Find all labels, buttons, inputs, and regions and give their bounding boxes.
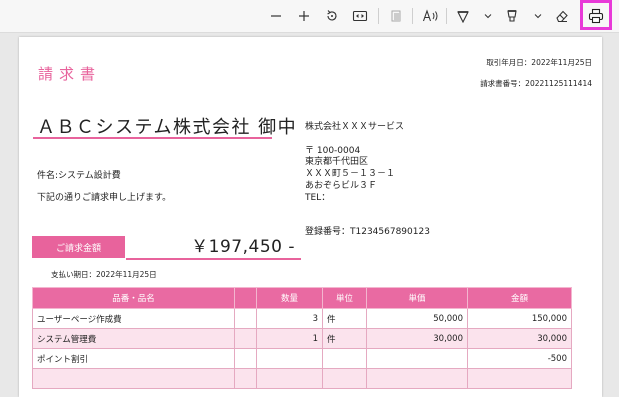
table-row [32, 368, 572, 389]
cell-unit: 件 [322, 308, 367, 329]
cell-amount: 30,000 [467, 328, 572, 349]
invoice-number: 請求書番号：20221125111414 [480, 79, 592, 88]
draw-icon[interactable] [453, 5, 473, 27]
amount-value: ￥197,450 - [191, 237, 295, 257]
column-header-item: 品番・品名 [32, 287, 235, 309]
toolbar-divider [412, 8, 413, 24]
cell-unit-price [366, 368, 468, 389]
document-title: 請求書 [38, 65, 102, 83]
cell-amount: 150,000 [467, 308, 572, 329]
cell-unit-price [366, 348, 468, 369]
column-header-unit: 単位 [322, 287, 367, 309]
cell-item-name: ポイント割引 [32, 348, 235, 369]
due-date: 支払い期日：2022年11月25日 [51, 270, 157, 279]
issuer-tel: TEL： [305, 193, 331, 203]
customer-name: ＡＢＣシステム株式会社 御中 [37, 117, 298, 138]
fit-page-icon[interactable] [350, 5, 370, 27]
cell-quantity [256, 368, 323, 389]
cell-quantity: 1 [256, 328, 323, 349]
amount-box: ￥197,450 - [126, 232, 301, 260]
issuer-registration: 登録番号：T1234567890123 [305, 227, 430, 237]
cell-unit [322, 348, 367, 369]
cell-amount [467, 368, 572, 389]
read-aloud-icon[interactable] [420, 5, 442, 27]
chevron-down-icon[interactable] [531, 5, 545, 27]
chevron-down-icon[interactable] [481, 5, 495, 27]
page-view-icon [386, 5, 406, 27]
zoom-in-icon[interactable] [294, 5, 314, 27]
greeting: 下記の通りご請求申し上げます。 [37, 193, 172, 203]
column-header-blank [234, 287, 257, 309]
items-table: 品番・品名 数量 単位 単価 金額 ユーザーページ作成費 3 件 50,000 … [32, 287, 572, 389]
pdf-toolbar [0, 0, 619, 33]
cell-unit-price: 50,000 [366, 308, 468, 329]
print-icon[interactable] [587, 5, 605, 27]
column-header-amount: 金額 [467, 287, 572, 309]
table-row: ユーザーページ作成費 3 件 50,000 150,000 [32, 308, 572, 329]
cell-code [234, 328, 257, 349]
highlight-icon[interactable] [502, 5, 522, 27]
toolbar-divider [446, 8, 447, 24]
cell-unit: 件 [322, 328, 367, 349]
column-header-quantity: 数量 [256, 287, 323, 309]
print-button[interactable] [580, 0, 612, 30]
issuer-company: 株式会社ＸＸＸサービス [305, 122, 405, 132]
table-row: システム管理費 1 件 30,000 30,000 [32, 328, 572, 349]
customer-underline [33, 137, 272, 139]
cell-code [234, 308, 257, 329]
billing-date: 取引年月日：2022年11月25日 [486, 58, 592, 67]
cell-amount: -500 [467, 348, 572, 369]
cell-item-name: システム管理費 [32, 328, 235, 349]
table-header-row: 品番・品名 数量 単位 単価 金額 [32, 287, 572, 309]
cell-quantity [256, 348, 323, 369]
cell-unit-price: 30,000 [366, 328, 468, 349]
amount-label: ご請求金額 [32, 236, 125, 258]
cell-quantity: 3 [256, 308, 323, 329]
eraser-icon[interactable] [552, 5, 572, 27]
rotate-icon[interactable] [322, 5, 342, 27]
table-row: ポイント割引 -500 [32, 348, 572, 369]
toolbar-divider [378, 8, 379, 24]
cell-item-name: ユーザーページ作成費 [32, 308, 235, 329]
subject: 件名:システム設計費 [37, 171, 121, 181]
cell-item-name [32, 368, 235, 389]
cell-unit [322, 368, 367, 389]
column-header-unit-price: 単価 [366, 287, 468, 309]
zoom-out-icon[interactable] [266, 5, 286, 27]
cell-code [234, 348, 257, 369]
document-page: 請求書 取引年月日：2022年11月25日 請求書番号：202211251114… [19, 37, 602, 397]
cell-code [234, 368, 257, 389]
